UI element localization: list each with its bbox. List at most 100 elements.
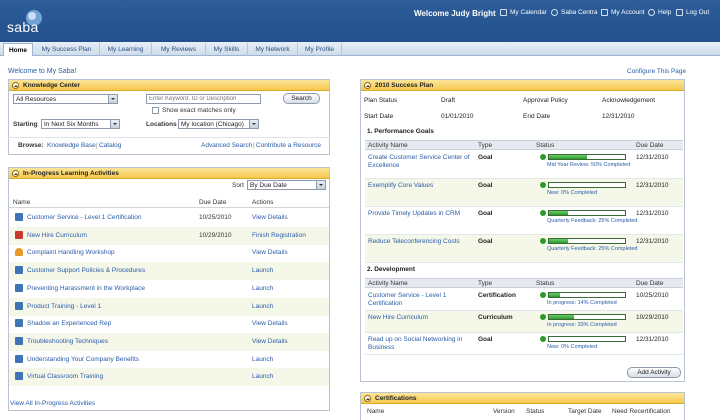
browse-label: Browse:: [18, 142, 44, 149]
table-row: New Hire Curriculum 10/29/2010 Finish Regi…: [9, 226, 329, 245]
activity-name-link[interactable]: Create Customer Service Center of Excell…: [368, 154, 476, 170]
activity-name-link[interactable]: Provide Timely Updates in CRM: [368, 210, 476, 218]
help-link[interactable]: Help: [648, 9, 671, 16]
activity-name-link[interactable]: Customer Support Policies & Procedures: [27, 267, 145, 274]
collapse-icon[interactable]: [12, 170, 19, 177]
collapse-icon[interactable]: [12, 82, 19, 89]
activity-name-link[interactable]: New Hire Curriculum: [27, 232, 87, 239]
column-header-activity-name[interactable]: Activity Name: [368, 142, 408, 149]
activity-name-link[interactable]: Preventing Harassment in the Workplace: [27, 285, 145, 292]
action-link[interactable]: View Details: [252, 214, 288, 221]
approval-policy-value: Acknowledgement: [602, 97, 656, 104]
status-indicator-icon: [540, 314, 546, 320]
tab-my-network[interactable]: My Network: [248, 43, 298, 56]
activity-name-link[interactable]: Virtual Classroom Training: [27, 373, 103, 380]
course-icon: [15, 372, 23, 381]
column-header-activity-name[interactable]: Activity Name: [368, 280, 408, 287]
action-link[interactable]: Launch: [252, 303, 273, 310]
in-progress-header[interactable]: In-Progress Learning Activities: [9, 168, 329, 179]
knowledge-center-header[interactable]: Knowledge Center: [9, 80, 329, 91]
activity-type: Curriculum: [478, 314, 513, 321]
column-header-due-date[interactable]: Due Date: [636, 280, 663, 287]
tab-my-success-plan[interactable]: My Success Plan: [34, 43, 100, 56]
starting-select[interactable]: In Next Six Months: [41, 119, 120, 129]
action-link[interactable]: Launch: [252, 285, 273, 292]
action-link[interactable]: View Details: [252, 338, 288, 345]
action-link[interactable]: Launch: [252, 267, 273, 274]
progress-bar: [548, 154, 626, 160]
collapse-icon[interactable]: [364, 395, 371, 402]
separator: |: [253, 142, 255, 149]
column-header-version[interactable]: Version: [493, 408, 515, 415]
column-header-name[interactable]: Name: [13, 199, 30, 206]
activity-name-link[interactable]: Customer Service - Level 1 Certification: [27, 214, 142, 221]
collapse-icon[interactable]: [364, 82, 371, 89]
activity-name-link[interactable]: New Hire Curriculum: [368, 314, 476, 322]
column-header-target-date[interactable]: Target Date: [568, 408, 602, 415]
column-header-due-date[interactable]: Due Date: [199, 199, 226, 206]
column-header-need-recertification[interactable]: Need Recertification: [612, 408, 671, 415]
activity-name-link[interactable]: Shadow an Experienced Rep: [27, 320, 111, 327]
saba-centra-link[interactable]: Saba Centra: [551, 9, 598, 16]
tab-home[interactable]: Home: [3, 43, 33, 56]
column-header-status[interactable]: Status: [526, 408, 544, 415]
view-all-in-progress-link[interactable]: View All In-Progress Activities: [10, 400, 95, 407]
exact-match-checkbox[interactable]: [152, 107, 159, 114]
configure-page-link[interactable]: Configure This Page: [627, 68, 686, 75]
activity-name-link[interactable]: Product Training - Level 1: [27, 303, 101, 310]
column-header-name[interactable]: Name: [367, 408, 384, 415]
resource-type-select[interactable]: All Resources: [13, 94, 118, 104]
certifications-panel: Certifications: [360, 392, 685, 420]
success-plan-header[interactable]: 2010 Success Plan: [361, 80, 684, 91]
tab-my-skills[interactable]: My Skills: [206, 43, 248, 56]
locations-select[interactable]: My location (Chicago): [178, 119, 259, 129]
goals-table-header: Activity Name Type Status Due Date: [365, 140, 683, 150]
column-header-status[interactable]: Status: [536, 142, 554, 149]
tab-my-learning[interactable]: My Learning: [100, 43, 152, 56]
status-text: Quarterly Feedback: 25% Completed: [547, 218, 638, 224]
activity-name-link[interactable]: Exemplify Core Values: [368, 182, 476, 190]
activity-name-link[interactable]: Complaint Handling Workshop: [27, 249, 115, 256]
progress-bar: [548, 210, 626, 216]
status-indicator-icon: [540, 210, 546, 216]
advanced-search-link[interactable]: Advanced Search: [201, 142, 252, 149]
table-row: Understanding Your Company Benefits Launc…: [9, 351, 329, 369]
starting-label: Starting: [13, 121, 38, 128]
due-date: 12/31/2010: [636, 336, 669, 343]
activity-type: Certification: [478, 292, 516, 299]
my-account-link[interactable]: My Account: [601, 9, 645, 16]
column-header-due-date[interactable]: Due Date: [636, 142, 663, 149]
knowledge-base-link[interactable]: Knowledge Base: [47, 142, 96, 149]
search-input[interactable]: [146, 94, 261, 104]
activity-name-link[interactable]: Understanding Your Company Benefits: [27, 356, 139, 363]
table-row: Create Customer Service Center of Excell…: [365, 151, 683, 179]
catalog-link[interactable]: Catalog: [99, 142, 121, 149]
activity-name-link[interactable]: Reduce Teleconferencing Costs: [368, 238, 476, 246]
sort-select[interactable]: By Due Date: [247, 180, 326, 190]
activity-name-link[interactable]: Customer Service - Level 1 Certification: [368, 292, 476, 308]
action-link[interactable]: Launch: [252, 373, 273, 380]
log-out-link[interactable]: Log Out: [676, 9, 709, 16]
status-text: In progress: 14% Completed: [547, 300, 617, 306]
table-row: Product Training - Level 1 Launch: [9, 297, 329, 316]
column-header-type[interactable]: Type: [478, 142, 492, 149]
action-link[interactable]: View Details: [252, 249, 288, 256]
my-calendar-link[interactable]: My Calendar: [500, 9, 547, 16]
column-header-type[interactable]: Type: [478, 280, 492, 287]
status-indicator-icon: [540, 336, 546, 342]
activity-name-link[interactable]: Read up on Social Networking in Business: [368, 336, 476, 352]
tab-my-reviews[interactable]: My Reviews: [152, 43, 206, 56]
action-link[interactable]: Launch: [252, 356, 273, 363]
due-date: 10/25/2010: [199, 214, 232, 221]
contribute-resource-link[interactable]: Contribute a Resource: [256, 142, 321, 149]
add-activity-button[interactable]: Add Activity: [627, 367, 681, 378]
search-button[interactable]: Search: [283, 93, 320, 104]
column-header-status[interactable]: Status: [536, 280, 554, 287]
table-row: Read up on Social Networking in Business…: [365, 333, 683, 355]
action-link[interactable]: View Details: [252, 320, 288, 327]
activity-name-link[interactable]: Troubleshooting Techniques: [27, 338, 108, 345]
certifications-header[interactable]: Certifications: [361, 393, 684, 404]
locations-label: Locations: [146, 121, 177, 128]
action-link[interactable]: Finish Registration: [252, 232, 306, 239]
tab-my-profile[interactable]: My Profile: [298, 43, 342, 56]
